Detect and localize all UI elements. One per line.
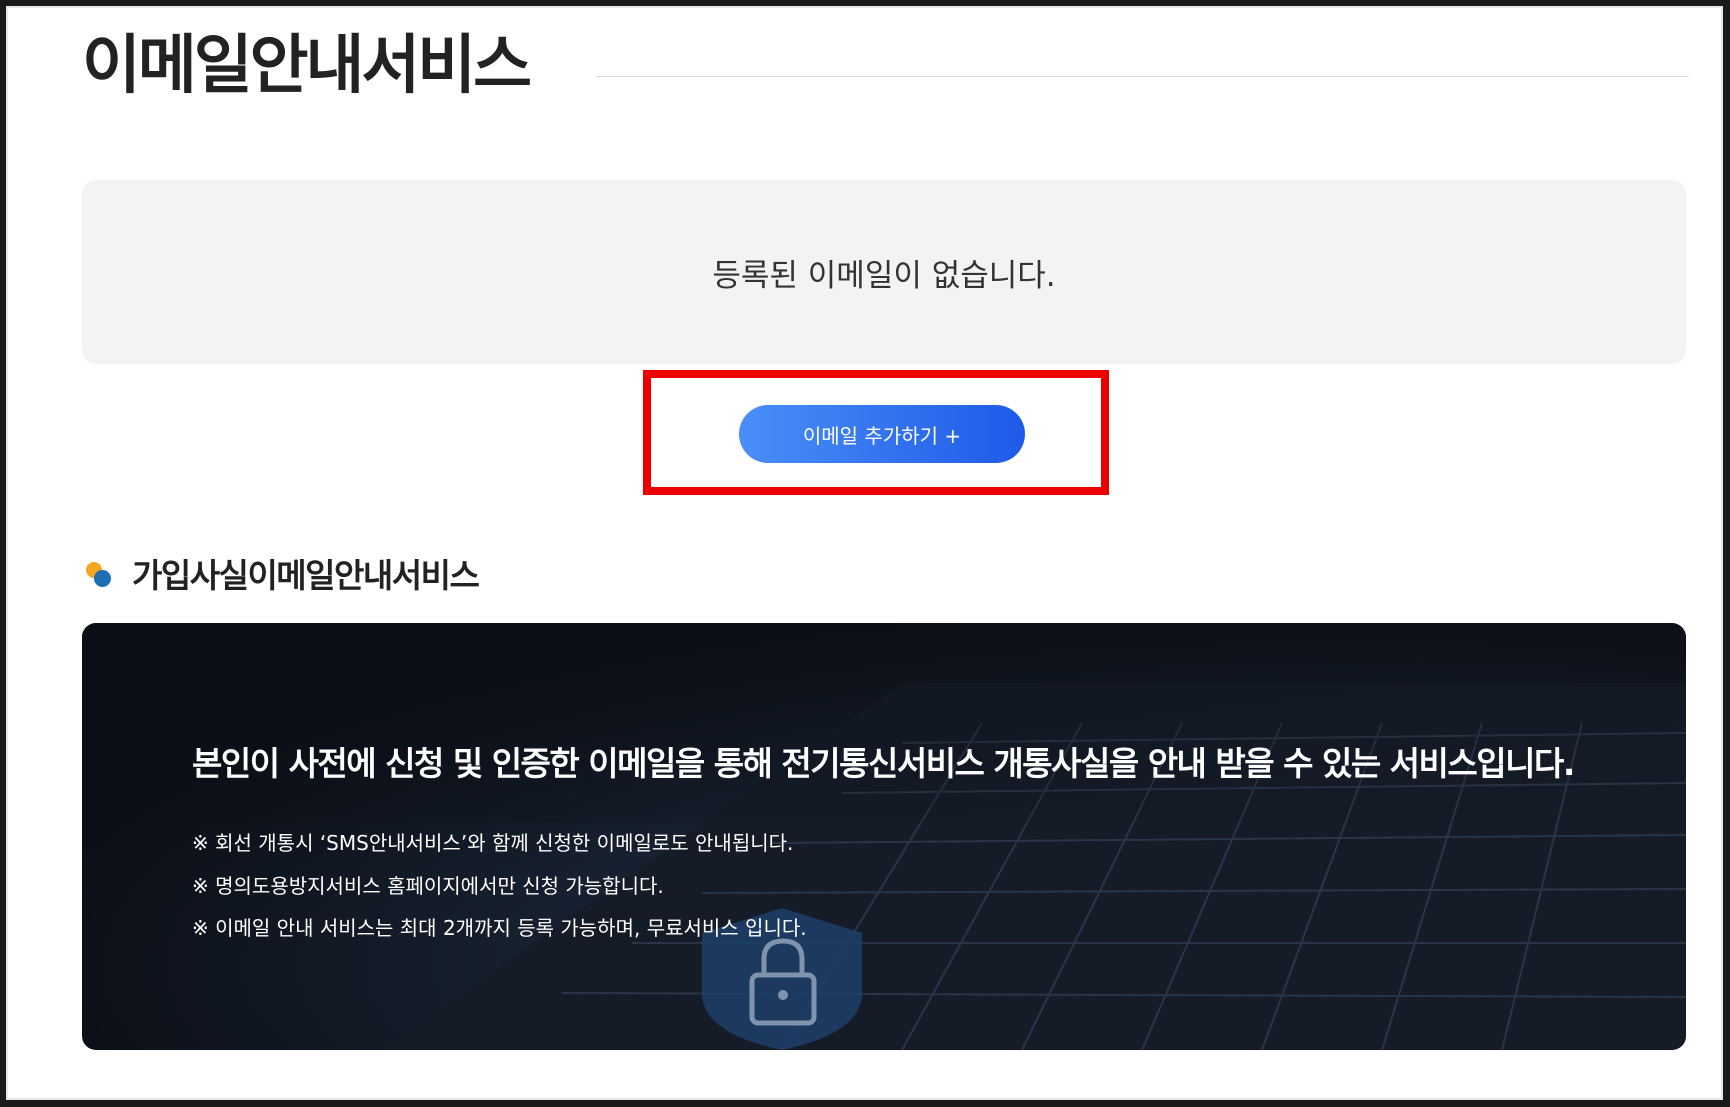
add-email-button[interactable]: 이메일 추가하기 + [739, 405, 1025, 463]
bullet-dot-blue [94, 570, 111, 587]
page-title: 이메일안내서비스 [82, 29, 532, 103]
service-info-banner: 본인이 사전에 신청 및 인증한 이메일을 통해 전기통신서비스 개통사실을 안… [82, 623, 1686, 1050]
title-divider [596, 76, 1689, 77]
banner-heading: 본인이 사전에 신청 및 인증한 이메일을 통해 전기통신서비스 개통사실을 안… [192, 744, 1575, 783]
empty-email-panel: 등록된 이메일이 없습니다. [82, 180, 1686, 364]
page-frame: 이메일안내서비스 등록된 이메일이 없습니다. 이메일 추가하기 + 가입사실이… [6, 6, 1723, 1100]
empty-email-message: 등록된 이메일이 없습니다. [712, 257, 1056, 294]
banner-content: 본인이 사전에 신청 및 인증한 이메일을 통해 전기통신서비스 개통사실을 안… [192, 623, 1646, 1050]
banner-note: ※ 명의도용방지서비스 홈페이지에서만 신청 가능합니다. [192, 874, 664, 898]
banner-note: ※ 이메일 안내 서비스는 최대 2개까지 등록 가능하며, 무료서비스 입니다… [192, 916, 807, 940]
section-bullet-icon [84, 558, 114, 588]
section-title: 가입사실이메일안내서비스 [132, 556, 480, 595]
banner-note: ※ 회선 개통시 ‘SMS안내서비스’와 함께 신청한 이메일로도 안내됩니다. [192, 831, 794, 855]
section-header: 가입사실이메일안내서비스 [84, 549, 480, 597]
